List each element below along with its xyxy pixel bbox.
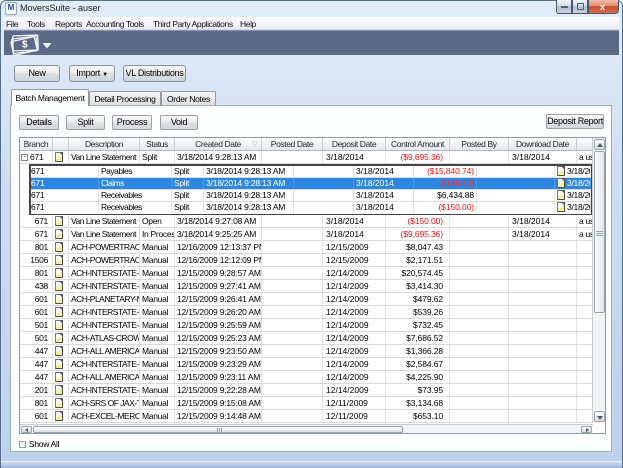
svg-text:$: $ xyxy=(22,40,28,51)
